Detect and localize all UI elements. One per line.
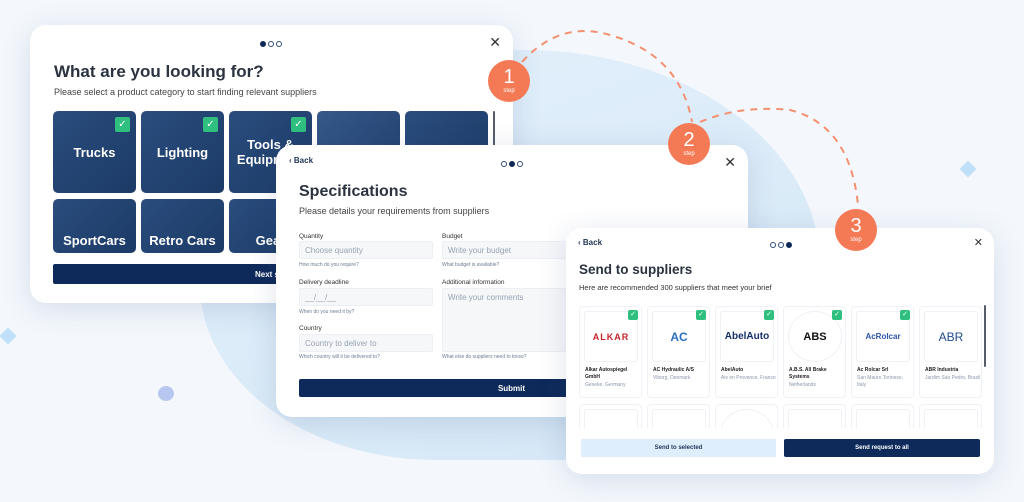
send-to-selected-button[interactable]: Send to selected: [581, 439, 776, 457]
check-icon: ✓: [115, 117, 130, 132]
pager: [501, 161, 523, 167]
tile-label: Lighting: [156, 144, 209, 160]
check-icon: ✓: [696, 310, 706, 320]
step-number: 3: [850, 215, 862, 237]
step-number: 2: [683, 129, 695, 151]
step-badge-1: 1 step: [488, 60, 530, 102]
scrollbar[interactable]: [984, 305, 986, 367]
pager-dot: [770, 242, 776, 248]
country-input[interactable]: Country to deliver to: [299, 334, 433, 352]
check-icon: ✓: [203, 117, 218, 132]
supplier-name: AC Hydraulic A/S: [653, 367, 694, 373]
supplier-card[interactable]: AbelAuto ✓ AbelAuto Aix en Provence, France: [715, 306, 778, 398]
step-badge-3: 3 step: [835, 209, 877, 251]
supplier-card[interactable]: AC ✓ AC Hydraulic A/S Viborg, Denmark: [647, 306, 710, 398]
supplier-name: Alkar Autospiegel GmbH: [585, 367, 628, 380]
budget-label: Budget: [442, 233, 463, 240]
page-subtitle: Please details your requirements from su…: [299, 206, 490, 216]
budget-input[interactable]: Write your budget: [442, 241, 582, 259]
tile-label: Retro Cars: [149, 233, 216, 248]
deadline-input[interactable]: __/__/__: [299, 288, 433, 306]
quantity-input[interactable]: Choose quantity: [299, 241, 433, 259]
check-icon: ✓: [900, 310, 910, 320]
tile-label: Trucks: [73, 144, 116, 160]
pager-dot-active: [509, 161, 515, 167]
send-to-suppliers-card: ‹ Back ✕ Send to suppliers Here are reco…: [566, 228, 994, 474]
additional-info-label: Additional information: [442, 279, 505, 286]
country-hint: Which country will it be delivered to?: [299, 354, 380, 360]
step-label: step: [503, 88, 515, 94]
page-title: What are you looking for?: [54, 62, 264, 81]
supplier-location: Aix en Provence, France: [721, 375, 776, 381]
quantity-hint: How much do you require?: [299, 262, 359, 268]
supplier-location: San Mauro Torinese, Italy: [857, 375, 904, 388]
supplier-name: ABR Industria: [925, 367, 959, 373]
close-icon[interactable]: ✕: [724, 154, 736, 171]
supplier-location: Netherlands: [789, 382, 816, 388]
supplier-card[interactable]: ALKAR ✓ Alkar Autospiegel GmbH Geseke, Germ…: [579, 306, 642, 398]
supplier-logo: ABR: [924, 311, 978, 362]
pager: [260, 41, 282, 47]
step-badge-2: 2 step: [668, 123, 710, 165]
page-title: Specifications: [299, 183, 408, 200]
pager-dot: [268, 41, 274, 47]
close-icon[interactable]: ✕: [489, 34, 501, 51]
page-subtitle: Here are recommended 300 suppliers that …: [579, 283, 772, 292]
deadline-hint: When do you need it by?: [299, 309, 355, 315]
supplier-name: AbelAuto: [721, 367, 744, 373]
tile-label: SportCars: [63, 233, 126, 248]
page-subtitle: Please select a product category to star…: [54, 87, 317, 97]
supplier-card[interactable]: ABR ABR Industria Jardim Sao Pedro, Brazil: [919, 306, 982, 398]
deadline-label: Delivery deadline: [299, 279, 349, 286]
pager-dot: [501, 161, 507, 167]
scrollbar[interactable]: [493, 111, 495, 147]
supplier-name: A.B.S. All Brake Systems: [789, 367, 827, 380]
pager-dot-active: [786, 242, 792, 248]
check-icon: ✓: [832, 310, 842, 320]
check-icon: ✓: [628, 310, 638, 320]
category-tile-retro-cars[interactable]: Retro Cars: [141, 199, 224, 253]
supplier-name: Ac Rolcar Srl: [857, 367, 889, 373]
send-request-to-all-button[interactable]: Send request to all: [784, 439, 980, 457]
step-number: 1: [503, 66, 515, 88]
step-label: step: [683, 151, 695, 157]
step-label: step: [850, 237, 862, 243]
pager-dot: [276, 41, 282, 47]
back-link[interactable]: ‹ Back: [289, 156, 313, 165]
budget-hint: What budget is available?: [442, 262, 500, 268]
country-label: Country: [299, 325, 322, 332]
supplier-card[interactable]: ABS ✓ A.B.S. All Brake Systems Netherlands: [783, 306, 846, 398]
pager-dot: [778, 242, 784, 248]
pager: [770, 242, 792, 248]
supplier-location: Geseke, Germany: [585, 382, 626, 388]
pager-dot: [517, 161, 523, 167]
supplier-location: Jardim Sao Pedro, Brazil: [925, 375, 981, 381]
category-tile-trucks[interactable]: Trucks ✓: [53, 111, 136, 193]
additional-info-textarea[interactable]: Write your comments: [442, 288, 582, 352]
pager-dot-active: [260, 41, 266, 47]
supplier-location: Viborg, Denmark: [653, 375, 691, 381]
check-icon: ✓: [764, 310, 774, 320]
quantity-label: Quantity: [299, 233, 324, 240]
additional-info-hint: What else do suppliers need to know?: [442, 354, 527, 360]
category-tile-lighting[interactable]: Lighting ✓: [141, 111, 224, 193]
category-tile-sportcars[interactable]: SportCars: [53, 199, 136, 253]
check-icon: ✓: [291, 117, 306, 132]
page-title: Send to suppliers: [579, 262, 693, 277]
supplier-card[interactable]: AcRolcar ✓ Ac Rolcar Srl San Mauro Torinese…: [851, 306, 914, 398]
close-icon[interactable]: ✕: [974, 236, 983, 249]
back-link[interactable]: ‹ Back: [578, 238, 602, 247]
